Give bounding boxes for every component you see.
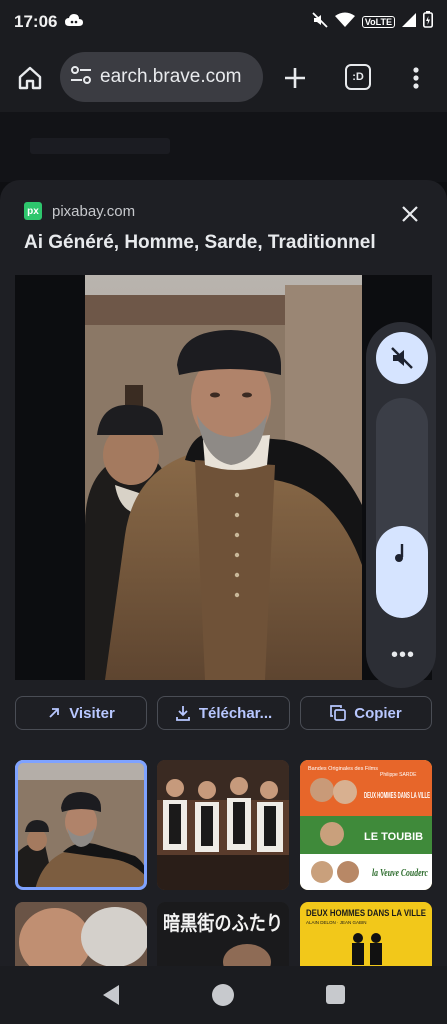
- more-vert-icon: [413, 67, 419, 89]
- close-button[interactable]: [398, 202, 422, 226]
- poster3-title: DEUX HOMMES DANS LA VILLE: [306, 908, 426, 918]
- tab-switcher-button[interactable]: :D: [345, 64, 371, 90]
- volume-panel: •••: [366, 322, 436, 688]
- volume-slider[interactable]: [376, 398, 428, 618]
- copy-icon: [330, 705, 347, 721]
- arrow-up-right-icon: [49, 708, 60, 718]
- url-text: earch.brave.com: [100, 66, 242, 87]
- poster1-composer-text: Philippe SARDE: [380, 772, 417, 778]
- cloud-game-icon: [65, 13, 84, 32]
- poster3-credit: ALAIN DELON · JEAN GABIN: [306, 920, 367, 925]
- related-image-thumbnail[interactable]: [15, 760, 147, 890]
- download-button[interactable]: Téléchar...: [157, 696, 290, 730]
- close-icon: [402, 206, 418, 222]
- related-image-thumbnail[interactable]: [15, 902, 147, 966]
- related-image-thumbnail[interactable]: Bandes Originales des Films Philippe SAR…: [300, 760, 432, 890]
- volume-muted-icon: [391, 347, 413, 369]
- preview-image[interactable]: [85, 275, 362, 680]
- volte-badge: VoLTE: [361, 16, 395, 28]
- dimmed-page-content: [30, 138, 170, 154]
- wifi-icon: [334, 12, 355, 33]
- download-icon: [175, 706, 190, 721]
- download-label: Téléchar...: [198, 704, 273, 722]
- address-bar[interactable]: earch.brave.com: [60, 52, 263, 102]
- source-domain: pixabay.com: [52, 202, 136, 220]
- copy-label: Copier: [354, 704, 402, 722]
- back-button[interactable]: [101, 984, 121, 1006]
- related-images-grid: Bandes Originales des Films Philippe SAR…: [15, 760, 432, 966]
- action-row: Visiter Téléchar... Copier: [15, 696, 432, 730]
- status-time: 17:06: [14, 12, 58, 31]
- poster1-film1-text: DEUX HOMMES DANS LA VILLE: [364, 791, 430, 800]
- browser-toolbar: earch.brave.com :D: [0, 44, 447, 112]
- poster2-jp-title: 暗黒街のふたり: [163, 911, 283, 935]
- related-image-thumbnail[interactable]: 暗黒街のふたり: [157, 902, 289, 966]
- mute-toggle-button[interactable]: [376, 332, 428, 384]
- page-background: [0, 112, 447, 182]
- new-tab-button[interactable]: [281, 64, 309, 92]
- home-nav-button[interactable]: [212, 984, 234, 1006]
- recents-button[interactable]: [326, 985, 345, 1004]
- visit-button[interactable]: Visiter: [15, 696, 147, 730]
- source-row[interactable]: px pixabay.com: [24, 202, 135, 220]
- pixabay-logo-icon: px: [24, 202, 42, 220]
- music-note-icon: [395, 544, 404, 562]
- related-image-thumbnail[interactable]: [157, 760, 289, 890]
- battery-icon: [423, 11, 433, 33]
- poster1-film2-text: LE TOUBIB: [364, 831, 423, 843]
- visit-label: Visiter: [69, 704, 115, 722]
- plus-icon: [285, 68, 305, 88]
- home-button[interactable]: [14, 62, 46, 94]
- poster1-top-text: Bandes Originales des Films: [308, 766, 378, 772]
- volume-more-button[interactable]: •••: [391, 644, 415, 667]
- image-title: Ai Généré, Homme, Sarde, Traditionnel: [24, 232, 376, 253]
- volume-slider-fill: [376, 526, 428, 618]
- mute-status-icon: [312, 11, 328, 33]
- home-icon: [18, 66, 42, 90]
- status-bar: 17:06 VoLTE: [0, 0, 447, 44]
- site-settings-icon[interactable]: [70, 65, 92, 90]
- more-menu-button[interactable]: [404, 62, 428, 94]
- poster1-film3-text: la Veuve Couderc: [372, 868, 428, 879]
- related-image-thumbnail[interactable]: DEUX HOMMES DANS LA VILLE ALAIN DELON · …: [300, 902, 432, 966]
- system-nav-bar: [0, 966, 447, 1024]
- signal-icon: [402, 12, 416, 32]
- copy-button[interactable]: Copier: [300, 696, 432, 730]
